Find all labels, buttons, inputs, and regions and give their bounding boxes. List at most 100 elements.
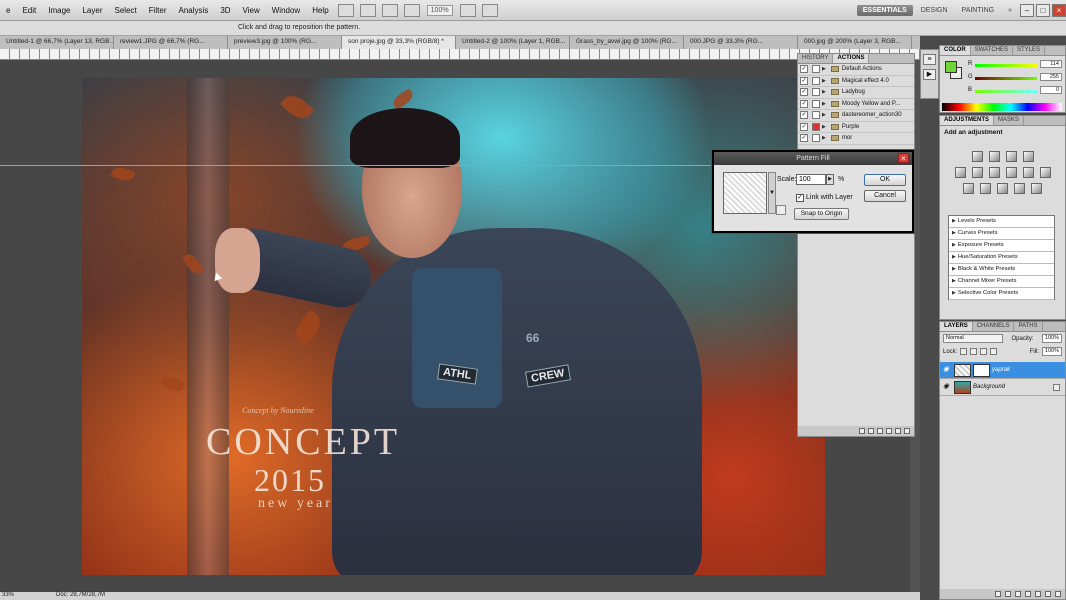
action-toggle-check[interactable]: ✓ (800, 134, 808, 143)
menu-file[interactable]: e (0, 0, 16, 21)
doc-tab[interactable]: 000.JPG @ 33,3% (RG... (684, 36, 798, 49)
color-balance-icon[interactable] (988, 167, 1000, 178)
new-layer-icon[interactable] (1045, 591, 1051, 597)
blend-mode-select[interactable]: Normal (943, 334, 1003, 343)
expand-icon[interactable]: ▶ (952, 230, 956, 236)
expand-icon[interactable]: ▶ (952, 242, 956, 248)
expand-icon[interactable]: ▶ (822, 89, 826, 95)
tab-color[interactable]: COLOR (940, 46, 971, 55)
tab-styles[interactable]: STYLES (1013, 46, 1046, 55)
workspace-more[interactable]: » (1002, 5, 1018, 16)
doc-tab[interactable]: Untitled-1 @ 66,7% (Layer 13, RGB... (0, 36, 114, 49)
selective-color-icon[interactable] (1031, 183, 1042, 194)
menu-analysis[interactable]: Analysis (173, 0, 215, 21)
levels-icon[interactable] (988, 151, 1000, 162)
exposure-icon[interactable] (1022, 151, 1034, 162)
menu-layer[interactable]: Layer (76, 0, 108, 21)
channel-mixer-icon[interactable] (1039, 167, 1051, 178)
horizontal-ruler[interactable] (0, 49, 920, 60)
brightness-contrast-icon[interactable] (971, 151, 983, 162)
tab-channels[interactable]: CHANNELS (973, 322, 1015, 331)
tab-swatches[interactable]: SWATCHES (971, 46, 1014, 55)
expand-icon[interactable]: ▶ (952, 278, 956, 284)
black-white-icon[interactable] (1005, 167, 1017, 178)
action-set-row[interactable]: ✓ ▶ dastereomer_action30 (798, 110, 914, 122)
add-mask-icon[interactable] (1015, 591, 1021, 597)
expand-icon[interactable]: ▶ (822, 124, 826, 130)
expand-icon[interactable]: ▶ (952, 218, 956, 224)
layer-row-background[interactable]: ◉ Background (940, 379, 1065, 396)
doc-tab[interactable]: 000.jpg @ 200% (Layer 3, RGB... (798, 36, 912, 49)
blue-value[interactable]: 0 (1040, 86, 1062, 94)
status-zoom[interactable]: 33% (2, 592, 14, 598)
cancel-button[interactable]: Cancel (864, 190, 906, 202)
scale-dropdown-icon[interactable]: ▶ (826, 174, 834, 185)
gradient-map-icon[interactable] (1014, 183, 1025, 194)
menu-edit[interactable]: Edit (16, 0, 42, 21)
green-track[interactable] (975, 77, 1037, 80)
workspace-essentials[interactable]: ESSENTIALS (856, 4, 913, 16)
stop-icon[interactable] (859, 428, 865, 434)
menu-image[interactable]: Image (42, 0, 76, 21)
menu-help[interactable]: Help (306, 0, 334, 21)
minibridge-icon[interactable] (359, 3, 376, 17)
color-spectrum-bar[interactable] (942, 103, 1062, 111)
expand-icon[interactable]: ▶ (822, 101, 826, 107)
preset-item[interactable]: ▶ Curves Presets (949, 228, 1054, 240)
tab-actions[interactable]: ACTIONS (833, 54, 870, 63)
new-action-icon[interactable] (895, 428, 901, 434)
link-layers-icon[interactable] (995, 591, 1001, 597)
record-icon[interactable] (868, 428, 874, 434)
menu-filter[interactable]: Filter (143, 0, 173, 21)
layer-row-yaprak[interactable]: ◉ yaprak (940, 362, 1065, 379)
red-track[interactable] (975, 64, 1037, 67)
hue-saturation-icon[interactable] (971, 167, 983, 178)
actions-panel-icon[interactable]: ▶ (923, 69, 936, 80)
doc-tab[interactable]: review1.JPG @ 66,7% (RG... (114, 36, 228, 49)
preset-item[interactable]: ▶ Black & White Presets (949, 264, 1054, 276)
action-toggle-check[interactable]: ✓ (800, 99, 808, 108)
expand-icon[interactable]: ▶ (952, 290, 956, 296)
vibrance-icon[interactable] (954, 167, 966, 178)
minimize-icon[interactable]: – (1020, 3, 1034, 17)
adjustment-layer-icon[interactable] (1025, 591, 1031, 597)
doc-tab[interactable]: preview3.jpg @ 100% (RG... (228, 36, 342, 49)
action-dialog-check[interactable] (812, 122, 820, 131)
new-group-icon[interactable] (1035, 591, 1041, 597)
snap-to-origin-button[interactable]: Snap to Origin (794, 208, 849, 220)
action-toggle-check[interactable]: ✓ (800, 111, 808, 120)
preset-item[interactable]: ▶ Levels Presets (949, 216, 1054, 228)
action-set-row[interactable]: ✓ ▶ Magical effect 4.0 (798, 76, 914, 87)
pattern-picker-arrow-icon[interactable]: ▼ (768, 172, 776, 214)
zoom-tool-icon[interactable] (403, 3, 420, 17)
trash-icon[interactable] (904, 428, 910, 434)
action-dialog-check[interactable] (812, 88, 820, 97)
tab-history[interactable]: HISTORY (798, 54, 834, 63)
lock-transparency-icon[interactable] (960, 348, 968, 355)
maximize-icon[interactable]: □ (1036, 3, 1050, 17)
posterize-icon[interactable] (980, 183, 991, 194)
green-value[interactable]: 255 (1040, 73, 1062, 81)
action-dialog-check[interactable] (812, 65, 820, 74)
lock-position-icon[interactable] (980, 348, 988, 355)
doc-tab[interactable]: Untitled-2 @ 100% (Layer 1, RGB... (456, 36, 570, 49)
doc-tab-active[interactable]: son proje.jpg @ 33,3% (RGB/8) * (342, 36, 456, 49)
fill-field[interactable]: 100% (1042, 347, 1062, 356)
lock-pixels-icon[interactable] (970, 348, 978, 355)
menu-window[interactable]: Window (266, 0, 306, 21)
red-value[interactable]: 114 (1040, 60, 1062, 68)
expand-icon[interactable]: ▶ (952, 254, 956, 260)
delete-layer-icon[interactable] (1055, 591, 1061, 597)
pattern-preset-icon[interactable] (776, 205, 786, 215)
expand-icon[interactable]: ▶ (822, 78, 826, 84)
action-set-row[interactable]: ✓ ▶ mor (798, 133, 914, 145)
blue-slider[interactable]: B 0 (968, 86, 1064, 95)
blue-track[interactable] (975, 90, 1037, 93)
action-dialog-check[interactable] (812, 134, 820, 143)
dialog-titlebar[interactable]: Pattern Fill × (714, 152, 912, 165)
action-set-row[interactable]: ✓ ▶ Ladybug (798, 87, 914, 99)
preset-item[interactable]: ▶ Hue/Saturation Presets (949, 252, 1054, 264)
lock-all-icon[interactable] (990, 348, 998, 355)
tab-adjustments[interactable]: ADJUSTMENTS (940, 116, 995, 125)
history-panel-icon[interactable]: ≡ (923, 54, 936, 65)
